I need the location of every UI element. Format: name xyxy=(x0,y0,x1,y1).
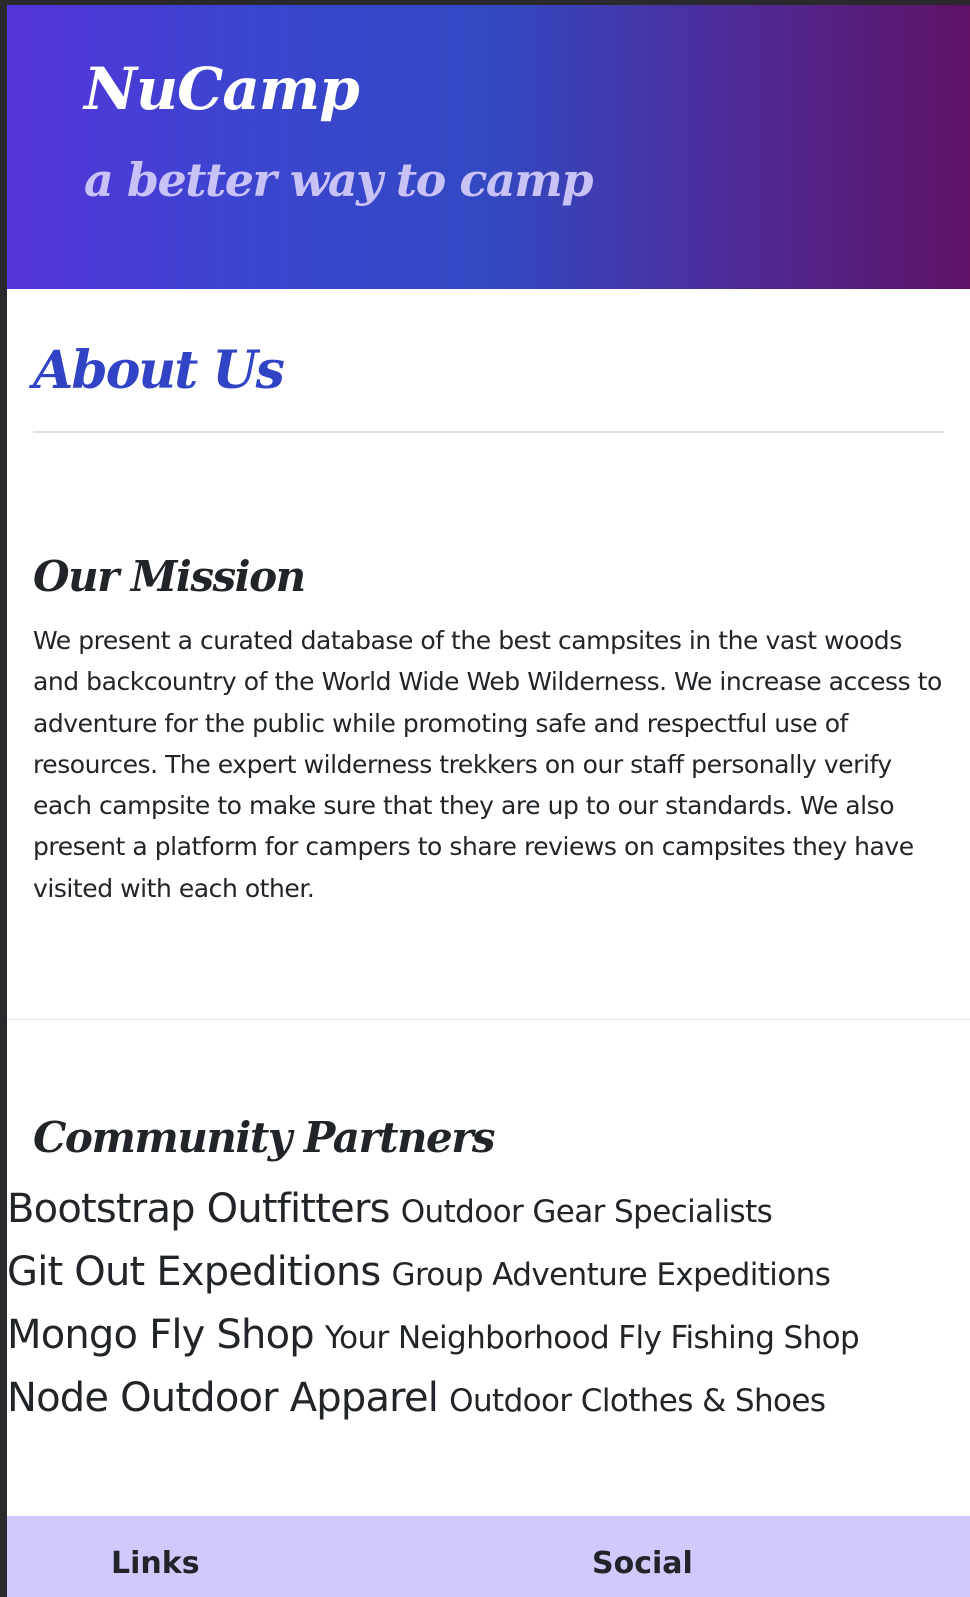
section-divider xyxy=(7,1019,970,1020)
brand-tagline: a better way to camp xyxy=(84,153,594,207)
partner-item-git-out-expeditions: Git Out Expeditions Group Adventure Expe… xyxy=(7,1243,970,1306)
site-footer: Links Social xyxy=(7,1516,970,1597)
header-jumbotron: NuCamp a better way to camp xyxy=(7,5,970,289)
footer-links-heading: Links xyxy=(111,1546,200,1581)
partner-name: Git Out Expeditions xyxy=(7,1249,381,1295)
partner-description: Group Adventure Expeditions xyxy=(391,1257,831,1293)
mission-text: We present a curated database of the bes… xyxy=(33,626,942,903)
brand-title: NuCamp xyxy=(84,55,360,123)
partner-name: Node Outdoor Apparel xyxy=(7,1375,439,1421)
mission-heading: Our Mission xyxy=(33,552,306,601)
partner-description: Your Neighborhood Fly Fishing Shop xyxy=(324,1320,860,1356)
partner-description: Outdoor Gear Specialists xyxy=(400,1194,773,1230)
page: NuCamp a better way to camp About Us Our… xyxy=(7,5,970,1597)
partner-item-node-outdoor-apparel: Node Outdoor Apparel Outdoor Clothes & S… xyxy=(7,1369,970,1432)
partner-item-mongo-fly-shop: Mongo Fly Shop Your Neighborhood Fly Fis… xyxy=(7,1306,970,1369)
title-divider xyxy=(33,431,944,433)
partner-list: Bootstrap Outfitters Outdoor Gear Specia… xyxy=(7,1180,970,1432)
page-title: About Us xyxy=(33,340,285,401)
partner-name: Mongo Fly Shop xyxy=(7,1312,315,1358)
partner-description: Outdoor Clothes & Shoes xyxy=(449,1383,826,1419)
footer-social-heading: Social xyxy=(592,1546,693,1581)
partner-name: Bootstrap Outfitters xyxy=(7,1186,390,1232)
partners-heading: Community Partners xyxy=(33,1113,496,1162)
partner-item-bootstrap-outfitters: Bootstrap Outfitters Outdoor Gear Specia… xyxy=(7,1180,970,1243)
